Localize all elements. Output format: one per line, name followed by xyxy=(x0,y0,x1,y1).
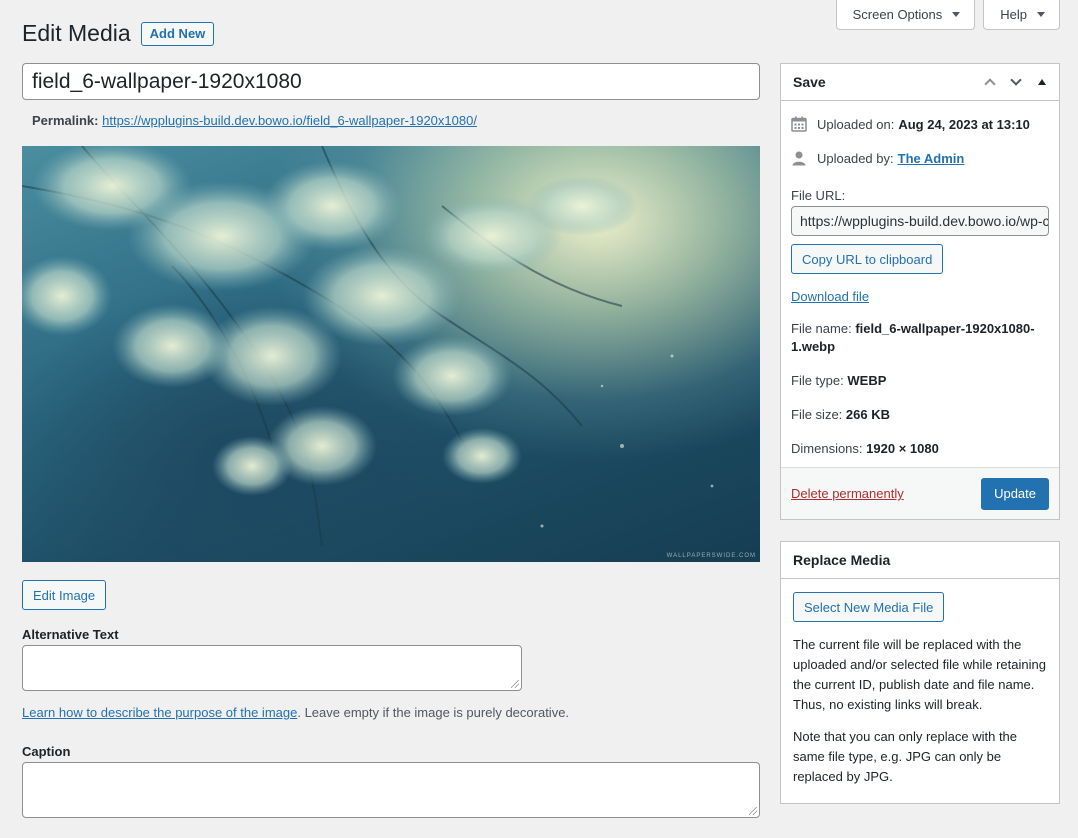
user-icon xyxy=(792,151,806,166)
file-size-value: 266 KB xyxy=(845,407,890,422)
file-type-row: File type: WEBP xyxy=(791,372,1049,390)
replace-media-title: Replace Media xyxy=(793,552,891,568)
file-url-label: File URL: xyxy=(791,188,846,203)
alt-text-help-link[interactable]: Learn how to describe the purpose of the… xyxy=(22,705,297,720)
media-title-input[interactable]: field_6-wallpaper-1920x1080 xyxy=(22,63,760,100)
file-type-value: WEBP xyxy=(847,373,887,388)
toggle-panel-button[interactable] xyxy=(1029,69,1055,95)
file-url-input[interactable]: https://wpplugins-build.dev.bowo.io/wp-c… xyxy=(791,206,1049,236)
uploaded-by-label: Uploaded by: xyxy=(817,150,894,166)
select-new-media-button[interactable]: Select New Media File xyxy=(793,592,945,622)
download-file-link[interactable]: Download file xyxy=(791,289,1049,304)
alt-text-textarea[interactable] xyxy=(22,645,522,691)
caret-down-icon xyxy=(952,12,961,17)
uploaded-by-link[interactable]: The Admin xyxy=(898,151,965,166)
save-box-title: Save xyxy=(793,74,826,90)
save-box-header: Save xyxy=(781,64,1059,101)
dimensions-value: 1920 × 1080 xyxy=(866,441,939,456)
permalink: Permalink: https://wpplugins-build.dev.b… xyxy=(22,113,760,128)
uploaded-on-label: Uploaded on: xyxy=(817,116,895,132)
image-watermark: WALLPAPERSWIDE.COM xyxy=(666,553,756,559)
file-size-label: File size: xyxy=(791,407,843,422)
caret-down-icon xyxy=(1037,12,1045,17)
alt-text-label: Alternative Text xyxy=(22,627,119,642)
file-size-row: File size: 266 KB xyxy=(791,406,1049,424)
major-publishing-actions: Delete permanently Update xyxy=(781,467,1059,519)
uploaded-by-row: Uploaded by: The Admin xyxy=(791,141,1049,175)
delete-permanently-link[interactable]: Delete permanently xyxy=(791,486,904,501)
move-down-button[interactable] xyxy=(1003,69,1029,95)
permalink-label: Permalink: xyxy=(32,113,99,128)
move-up-button[interactable] xyxy=(977,69,1003,95)
sidebar: Save Uploaded on: Aug 24, 2023 at 13:10 … xyxy=(780,63,1060,804)
help-button[interactable]: Help xyxy=(983,0,1060,30)
handle-actions xyxy=(977,69,1059,95)
uploaded-on-value: Aug 24, 2023 at 13:10 xyxy=(898,116,1030,132)
resize-grip-icon[interactable] xyxy=(749,807,757,815)
page-title: Edit Media xyxy=(22,20,131,46)
resize-grip-icon[interactable] xyxy=(511,680,519,688)
dimensions-row: Dimensions: 1920 × 1080 xyxy=(791,440,1049,458)
media-preview-image: WALLPAPERSWIDE.COM xyxy=(22,146,760,562)
copy-url-button[interactable]: Copy URL to clipboard xyxy=(791,244,944,274)
screen-meta-links: Screen Options Help xyxy=(835,0,1060,30)
edit-image-button[interactable]: Edit Image xyxy=(22,580,107,610)
file-name-label: File name: xyxy=(791,321,852,336)
replace-note-paragraph: Note that you can only replace with the … xyxy=(793,729,1018,784)
alt-text-help: Learn how to describe the purpose of the… xyxy=(22,705,760,720)
save-box-body: Uploaded on: Aug 24, 2023 at 13:10 Uploa… xyxy=(781,107,1059,458)
dimensions-label: Dimensions: xyxy=(791,441,863,456)
file-type-label: File type: xyxy=(791,373,844,388)
caption-label: Caption xyxy=(22,744,71,759)
screen-options-label: Screen Options xyxy=(852,7,943,22)
chevron-up-icon xyxy=(984,78,996,90)
update-button[interactable]: Update xyxy=(981,477,1049,510)
replace-media-box: Replace Media Select New Media File The … xyxy=(780,541,1060,804)
page-heading: Edit Media Add New xyxy=(22,20,215,47)
permalink-link[interactable]: https://wpplugins-build.dev.bowo.io/fiel… xyxy=(102,113,477,128)
triangle-up-icon xyxy=(1038,79,1046,85)
screen-options-button[interactable]: Screen Options xyxy=(835,0,976,30)
replace-media-body: Select New Media File The current file w… xyxy=(781,579,1059,803)
chevron-down-icon xyxy=(1010,74,1022,86)
replace-media-header: Replace Media xyxy=(781,542,1059,579)
frosted-branches-illustration xyxy=(22,146,714,547)
replace-info-paragraph: The current file will be replaced with t… xyxy=(793,637,1046,712)
alt-text-help-text: . Leave empty if the image is purely dec… xyxy=(297,705,570,720)
caption-textarea[interactable] xyxy=(22,762,760,818)
uploaded-on-row: Uploaded on: Aug 24, 2023 at 13:10 xyxy=(791,107,1049,141)
add-new-button[interactable]: Add New xyxy=(140,21,215,46)
calendar-icon xyxy=(791,116,807,132)
save-box: Save Uploaded on: Aug 24, 2023 at 13:10 … xyxy=(780,63,1060,520)
help-label: Help xyxy=(1000,7,1027,22)
main-column: field_6-wallpaper-1920x1080 Permalink: h… xyxy=(22,63,760,818)
file-name-row: File name: field_6-wallpaper-1920x1080-1… xyxy=(791,320,1049,356)
